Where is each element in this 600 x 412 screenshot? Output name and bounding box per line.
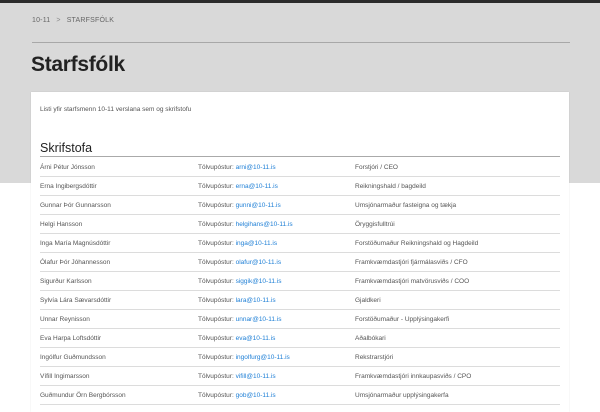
staff-name: Eva Harpa Loftsdóttir <box>40 334 102 342</box>
staff-name: Ólafur Þór Jóhannesson <box>40 258 111 266</box>
staff-row: Inga María Magnúsdóttir Tölvupóstur: inga… <box>40 234 560 253</box>
staff-row: Vífill Ingimarsson Tölvupóstur: vifill@10… <box>40 367 560 386</box>
staff-email-cell: Tölvupóstur: inga@10-11.is <box>198 240 355 247</box>
staff-row: Ólafur Þór Jóhannesson Tölvupóstur: olafu… <box>40 253 560 272</box>
staff-name: Sigurður Karlsson <box>40 277 92 285</box>
staff-email-cell: Tölvupóstur: unnar@10-11.is <box>198 316 355 323</box>
breadcrumb: 10-11 > Starfsfólk <box>32 17 114 24</box>
content-card: Listi yfir starfsmenn 10-11 verslana sem… <box>31 92 569 412</box>
staff-job-title: Framkvæmdastjóri fjármálasviðs / CFO <box>355 258 468 266</box>
staff-email-link[interactable]: siggik@10-11.is <box>236 278 282 285</box>
email-label: Tölvupóstur: <box>198 296 234 304</box>
staff-row: Eva Harpa Loftsdóttir Tölvupóstur: eva@10… <box>40 329 560 348</box>
staff-email-cell: Tölvupóstur: ingolfurg@10-11.is <box>198 354 355 361</box>
staff-name: Vífill Ingimarsson <box>40 372 90 380</box>
header-divider <box>32 42 570 43</box>
staff-email-link[interactable]: helgihans@10-11.is <box>236 221 293 228</box>
email-label: Tölvupóstur: <box>198 201 234 209</box>
staff-email-link[interactable]: gunni@10-11.is <box>236 202 281 209</box>
staff-email-link[interactable]: erna@10-11.is <box>236 183 278 190</box>
email-label: Tölvupóstur: <box>198 220 234 228</box>
breadcrumb-home-link[interactable]: 10-11 <box>32 17 50 24</box>
staff-email-cell: Tölvupóstur: eva@10-11.is <box>198 335 355 342</box>
email-label: Tölvupóstur: <box>198 182 234 190</box>
email-label: Tölvupóstur: <box>198 163 234 171</box>
staff-email-link[interactable]: inga@10-11.is <box>236 240 278 247</box>
email-label: Tölvupóstur: <box>198 391 234 399</box>
section-divider <box>40 156 560 157</box>
staff-job-title: Umsjónarmaður upplýsingakerfa <box>355 391 449 399</box>
staff-name: Sylvía Lára Sævarsdóttir <box>40 296 112 304</box>
staff-row: Erna Ingibergsdóttir Tölvupóstur: erna@10… <box>40 177 560 196</box>
staff-email-link[interactable]: gob@10-11.is <box>236 392 276 399</box>
email-label: Tölvupóstur: <box>198 239 234 247</box>
staff-name: Árni Pétur Jónsson <box>40 163 95 171</box>
email-label: Tölvupóstur: <box>198 334 234 342</box>
staff-email-link[interactable]: eva@10-11.is <box>236 335 276 342</box>
staff-email-link[interactable]: arni@10-11.is <box>236 164 276 171</box>
staff-email-cell: Tölvupóstur: arni@10-11.is <box>198 164 355 171</box>
staff-email-link[interactable]: unnar@10-11.is <box>236 316 282 323</box>
staff-email-cell: Tölvupóstur: gunni@10-11.is <box>198 202 355 209</box>
email-label: Tölvupóstur: <box>198 258 234 266</box>
breadcrumb-current: Starfsfólk <box>66 17 115 24</box>
email-label: Tölvupóstur: <box>198 372 234 380</box>
staff-job-title: Reikningshald / bagdeild <box>355 182 426 190</box>
staff-job-title: Framkvæmdastjóri innkaupasviðs / CPO <box>355 372 472 380</box>
email-label: Tölvupóstur: <box>198 277 234 285</box>
staff-job-title: Öryggisfulltrúi <box>355 220 395 228</box>
section-title: Skrifstofa <box>40 141 93 155</box>
staff-job-title: Umsjónarmaður fasteigna og tækja <box>355 201 457 209</box>
email-label: Tölvupóstur: <box>198 315 234 323</box>
staff-row: Unnar Reynisson Tölvupóstur: unnar@10-11.… <box>40 310 560 329</box>
staff-name: Inga María Magnúsdóttir <box>40 239 111 247</box>
staff-job-title: Rekstrarstjóri <box>355 353 394 361</box>
staff-email-cell: Tölvupóstur: helgihans@10-11.is <box>198 221 355 228</box>
staff-email-link[interactable]: lara@10-11.is <box>236 297 276 304</box>
staff-email-cell: Tölvupóstur: lara@10-11.is <box>198 297 355 304</box>
staff-row: Guðmundur Örn Bergbórsson Tölvupóstur: go… <box>40 386 560 405</box>
email-label: Tölvupóstur: <box>198 353 234 361</box>
staff-email-link[interactable]: olafur@10-11.is <box>236 259 282 266</box>
staff-row: Gunnar Þór Gunnarsson Tölvupóstur: gunni@… <box>40 196 560 215</box>
staff-email-cell: Tölvupóstur: erna@10-11.is <box>198 183 355 190</box>
staff-row: Sigurður Karlsson Tölvupóstur: siggik@10-… <box>40 272 560 291</box>
staff-email-cell: Tölvupóstur: vifill@10-11.is <box>198 373 355 380</box>
staff-list: Árni Pétur Jónsson Tölvupóstur: arni@10-1… <box>40 158 560 405</box>
staff-name: Gunnar Þór Gunnarsson <box>40 201 111 209</box>
staff-job-title: Framkvæmdastjóri matvörusviðs / COO <box>355 277 470 285</box>
staff-job-title: Forstjóri / CEO <box>355 163 398 171</box>
intro-text: Listi yfir starfsmenn 10-11 verslana sem… <box>40 106 192 113</box>
page-title: Starfsfólk <box>31 53 125 76</box>
staff-row: Árni Pétur Jónsson Tölvupóstur: arni@10-1… <box>40 158 560 177</box>
staff-email-cell: Tölvupóstur: gob@10-11.is <box>198 392 355 399</box>
staff-email-link[interactable]: ingolfurg@10-11.is <box>236 354 290 361</box>
staff-email-cell: Tölvupóstur: olafur@10-11.is <box>198 259 355 266</box>
staff-job-title: Aðalbókari <box>355 334 386 342</box>
staff-row: Ingólfur Guðmundsson Tölvupóstur: ingolfu… <box>40 348 560 367</box>
breadcrumb-separator: > <box>56 17 61 24</box>
staff-name: Guðmundur Örn Bergbórsson <box>40 391 126 399</box>
staff-job-title: Gjaldkeri <box>355 296 381 304</box>
staff-row: Helgi Hansson Tölvupóstur: helgihans@10-1… <box>40 215 560 234</box>
staff-name: Ingólfur Guðmundsson <box>40 353 106 361</box>
staff-name: Helgi Hansson <box>40 220 83 228</box>
staff-email-link[interactable]: vifill@10-11.is <box>236 373 276 380</box>
staff-email-cell: Tölvupóstur: siggik@10-11.is <box>198 278 355 285</box>
staff-name: Unnar Reynisson <box>40 315 90 323</box>
staff-name: Erna Ingibergsdóttir <box>40 182 97 190</box>
staff-job-title: Forstöðumaður Reikningshald og Hagdeild <box>355 239 479 247</box>
staff-job-title: Forstöðumaður - Upplýsingakerfi <box>355 315 450 323</box>
staff-row: Sylvía Lára Sævarsdóttir Tölvupóstur: lar… <box>40 291 560 310</box>
